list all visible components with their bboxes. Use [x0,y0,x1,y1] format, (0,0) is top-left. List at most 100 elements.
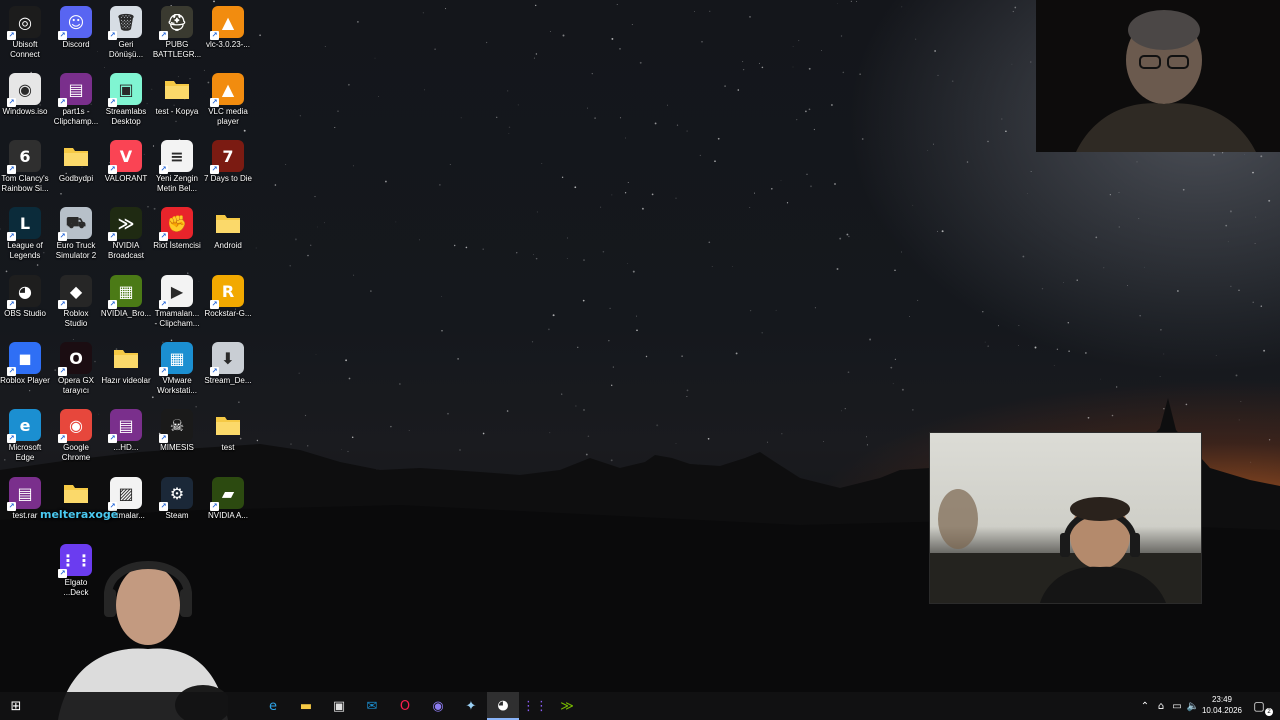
desktop-icon[interactable]: ◼ ↗ Roblox Player [0,342,50,386]
desktop-icon[interactable]: ▤ ↗ part1s - Clipchamp... [51,73,101,127]
desktop-icon[interactable]: ▣ ↗ Streamlabs Desktop [101,73,151,127]
webcam-overlay-main [929,432,1202,604]
desktop-icon[interactable]: ≫ ↗ NVIDIA Broadcast [101,207,151,261]
shortcut-arrow-icon: ↗ [108,300,117,309]
desktop-icon[interactable]: ▦ ↗ NVIDIA_Bro... [101,275,151,319]
shortcut-arrow-icon: ↗ [108,98,117,107]
desktop-icon[interactable]: V ↗ VALORANT [101,140,151,184]
shortcut-arrow-icon: ↗ [58,98,67,107]
desktop-icon[interactable]: 🗑 ↗ Geri Dönüşü... [101,6,151,60]
steam-icon: ⚙ ↗ [159,477,193,511]
desktop-icon[interactable]: ▦ ↗ VMware Workstati... [152,342,202,396]
taskbar-edge[interactable]: e [257,692,289,720]
desktop-icon-label: VMware Workstati... [157,376,197,395]
desktop-icon-label: Geri Dönüşü... [108,40,144,59]
taskbar [0,692,1280,720]
vmware-icon: ▦ ↗ [159,342,193,376]
desktop-icon[interactable]: ⛑ ↗ PUBG BATTLEGR... [152,6,202,60]
shortcut-arrow-icon: ↗ [58,367,67,376]
desktop-icon-label: Tom Clancy's Rainbow Si... [1,174,49,193]
desktop-icon[interactable]: ◎ ↗ Ubisoft Connect [0,6,50,60]
desktop-icon[interactable]: O ↗ Opera GX tarayıcı [51,342,101,396]
desktop-icon[interactable]: L ↗ League of Legends [0,207,50,261]
desktop-icon-label: Tmamalan... - Clipcham... [154,309,200,328]
shortcut-arrow-icon: ↗ [159,367,168,376]
desktop-icon-label: VLC media player [208,107,248,126]
desktop-icon[interactable]: ⬇ ↗ Stream_De... [203,342,253,386]
taskbar-elgato[interactable]: ⋮⋮ [519,692,551,720]
desktop-icon-label: PUBG BATTLEGR... [152,40,202,59]
desktop-icon[interactable]: 7 ↗ 7 Days to Die [203,140,253,184]
network-icon[interactable]: ⌂ [1154,692,1168,720]
desktop-icon-label: NVIDIA Broadcast [107,241,145,260]
desktop-icon[interactable]: R ↗ Rockstar-G... [203,275,253,319]
desktop-icon[interactable]: test [203,409,253,453]
taskbar-mail[interactable]: ✉ [356,692,388,720]
folder-icon: ▬ [299,698,313,714]
taskbar-obs[interactable]: ◕ [487,692,519,720]
clock-date: 10.04.2026 [1201,706,1243,715]
shortcut-arrow-icon: ↗ [58,434,67,443]
winrar-icon: ▤ ↗ [7,477,41,511]
taskbar-app[interactable]: ✦ [455,692,487,720]
shortcut-arrow-icon: ↗ [210,300,219,309]
desktop-icon-label: 7 Days to Die [203,174,253,183]
desktop-icon[interactable]: ▶ ↗ Tmamalan... - Clipcham... [152,275,202,329]
shortcut-arrow-icon: ↗ [7,232,16,241]
tray-overflow-chevron-icon[interactable]: ⌃ [1138,692,1152,720]
desktop-icon[interactable]: ▲ ↗ VLC media player [203,73,253,127]
desktop-icon[interactable]: ▤ ↗ ...HD... [101,409,151,453]
desktop-icon[interactable]: 6 ↗ Tom Clancy's Rainbow Si... [0,140,50,194]
seven-days-icon: 7 ↗ [210,140,244,174]
shortcut-arrow-icon: ↗ [210,165,219,174]
shortcut-arrow-icon: ↗ [108,232,117,241]
desktop-icon[interactable]: ◕ ↗ OBS Studio [0,275,50,319]
shortcut-arrow-icon: ↗ [7,434,16,443]
shortcut-arrow-icon: ↗ [159,165,168,174]
obs-icon: ◕ ↗ [7,275,41,309]
shortcut-arrow-icon: ↗ [7,165,16,174]
desktop-icon[interactable]: Hazır videolar [101,342,151,386]
taskbar-file-explorer[interactable]: ▬ [290,692,322,720]
desktop-icon[interactable]: ≡ ↗ Yeni Zengin Metin Bel... [152,140,202,194]
desktop-icon[interactable]: Android [203,207,253,251]
desktop-icon[interactable] [51,477,101,511]
start-button[interactable]: ⊞ [0,692,32,720]
desktop-icon[interactable]: ✊ ↗ Riot İstemcisi [152,207,202,251]
folder-icon [161,73,193,105]
desktop-icon[interactable]: ▲ ↗ vlc-3.0.23-... [203,6,253,50]
folder-icon [212,409,244,441]
ubisoft-icon: ◎ ↗ [7,6,41,40]
notification-center-icon[interactable]: ▢ [1250,692,1268,720]
taskbar-store[interactable]: ▣ [323,692,355,720]
desktop-icon[interactable]: ☺ ↗ Discord [51,6,101,50]
desktop-icon[interactable]: ◆ ↗ Roblox Studio [51,275,101,329]
battery-icon[interactable]: ▭ [1170,692,1184,720]
shortcut-arrow-icon: ↗ [7,98,16,107]
taskbar-chrome[interactable]: ◉ [422,692,454,720]
desktop-icon[interactable]: ⚙ ↗ Steam [152,477,202,521]
desktop-icon[interactable]: ▰ ↗ NVIDIA A... [203,477,253,521]
desktop-icon[interactable]: Godbydpi [51,140,101,184]
taskbar-opera-gx[interactable]: O [389,692,421,720]
desktop-icon-label: NVIDIA_Bro... [100,309,152,318]
video-file-icon: ▶ ↗ [159,275,193,309]
desktop-icon[interactable]: ◉ ↗ Windows.iso [0,73,50,117]
chrome-icon: ◉ [432,698,444,714]
league-icon: L ↗ [7,207,41,241]
desktop-icon-label: Rockstar-G... [204,309,252,318]
elgato-icon: ⋮⋮ [522,698,548,714]
desktop-icon[interactable]: ☠ ↗ MIMESIS [152,409,202,453]
shortcut-arrow-icon: ↗ [159,31,168,40]
taskbar-clock[interactable]: 23:49 10.04.2026 [1198,694,1246,716]
desktop-icon[interactable]: test - Kopya [152,73,202,117]
taskbar-nvidia-broadcast[interactable]: ≫ [551,692,583,720]
desktop-icon-label: ...HD... [113,443,139,452]
desktop-icon-label: test - Kopya [155,107,199,116]
desktop-icon[interactable]: ⛟ ↗ Euro Truck Simulator 2 [51,207,101,261]
desktop-icon[interactable]: e ↗ Microsoft Edge [0,409,50,463]
pubg-icon: ⛑ ↗ [159,6,193,40]
desktop-icon-label: Hazır videolar [101,376,151,385]
shortcut-arrow-icon: ↗ [7,367,16,376]
desktop-icon[interactable]: ◉ ↗ Google Chrome [51,409,101,463]
